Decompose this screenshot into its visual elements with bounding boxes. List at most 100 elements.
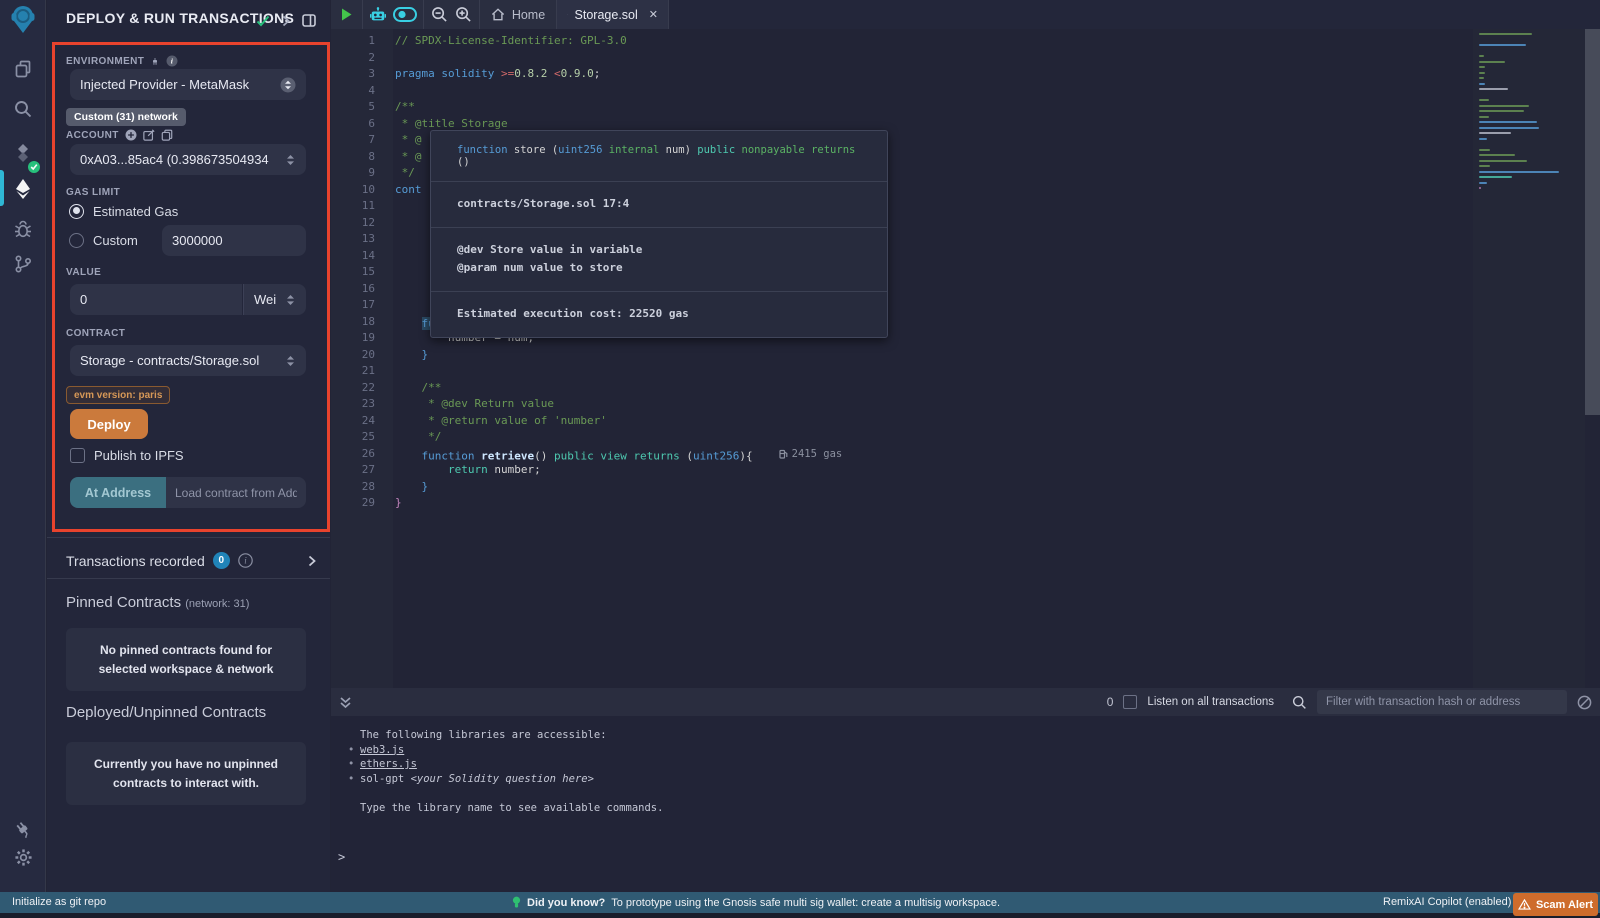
main-area: Home Storage.sol ✕ 1// SPDX-License-Iden… <box>331 0 1600 892</box>
estimated-gas-radio[interactable] <box>69 204 84 219</box>
remix-logo[interactable] <box>0 3 46 37</box>
plug-icon <box>150 56 160 67</box>
terminal-link[interactable]: ethers.js <box>360 758 417 770</box>
code-line: 26 function retrieve() public view retur… <box>331 446 1471 463</box>
search-icon[interactable] <box>0 92 46 126</box>
tab-home[interactable]: Home <box>480 0 557 29</box>
environment-label: ENVIRONMENT i <box>66 55 178 67</box>
play-icon <box>341 8 352 21</box>
account-label: ACCOUNT <box>66 129 173 141</box>
terminal-prompt[interactable]: > <box>338 850 345 864</box>
gas-icon <box>779 449 788 459</box>
custom-gas-label: Custom <box>93 233 138 248</box>
add-account-icon[interactable] <box>125 129 137 141</box>
contract-label: CONTRACT <box>66 328 125 339</box>
environment-select[interactable]: Injected Provider - MetaMask <box>70 69 306 100</box>
value-unit-select[interactable]: Wei <box>243 284 306 315</box>
terminal-output: The following libraries are accessible:•… <box>331 716 1600 815</box>
status-bar: Initialize as git repo Did you know? To … <box>0 892 1600 913</box>
select-arrows-icon <box>285 153 296 167</box>
listen-transactions-label: Listen on all transactions <box>1147 696 1274 708</box>
divider <box>47 537 330 538</box>
sign-message-icon[interactable] <box>143 129 155 141</box>
code-line: 5/** <box>331 99 1471 116</box>
account-select[interactable]: 0xA03...85ac4 (0.398673504934 <box>70 144 306 175</box>
estimated-gas-label: Estimated Gas <box>93 204 178 219</box>
tab-storage-sol[interactable]: Storage.sol ✕ <box>557 0 669 29</box>
code-line: 2 <box>331 50 1471 67</box>
gas-estimate-badge: 2415 gas <box>779 446 843 463</box>
panel-pin-layout-icon[interactable] <box>302 14 316 27</box>
ai-assistant-icon[interactable] <box>369 7 387 23</box>
zoom-in-icon[interactable] <box>455 6 472 23</box>
copy-address-icon[interactable] <box>161 129 173 141</box>
clear-terminal-icon[interactable] <box>1577 695 1592 710</box>
divider <box>47 578 330 579</box>
network-badge: Custom (31) network <box>66 108 186 126</box>
custom-gas-radio[interactable] <box>69 233 84 248</box>
zoom-out-icon[interactable] <box>431 6 448 23</box>
panel-forward-icon[interactable] <box>282 15 290 27</box>
publish-ipfs-label: Publish to IPFS <box>94 448 184 463</box>
solidity-file-icon <box>567 8 568 21</box>
tooltip-signature: function store (uint256 internal num) pu… <box>431 131 887 182</box>
deploy-button[interactable]: Deploy <box>70 409 148 439</box>
deployed-contracts-heading: Deployed/Unpinned Contracts <box>66 704 266 721</box>
code-line: 1// SPDX-License-Identifier: GPL-3.0 <box>331 33 1471 50</box>
collapse-terminal-icon[interactable] <box>339 696 352 709</box>
debugger-icon[interactable] <box>0 212 46 246</box>
deploy-run-icon[interactable] <box>0 172 46 206</box>
svg-text:i: i <box>244 556 247 566</box>
at-address-input[interactable] <box>166 477 306 508</box>
terminal-tx-count: 0 <box>1107 695 1114 709</box>
warning-icon <box>1518 899 1531 910</box>
at-address-button[interactable]: At Address <box>70 477 166 508</box>
transactions-recorded-row: Transactions recorded 0 i <box>66 552 316 569</box>
code-line: 20 } <box>331 347 1471 364</box>
window-bottom-edge <box>0 913 1600 918</box>
contract-select[interactable]: Storage - contracts/Storage.sol <box>70 345 306 376</box>
code-line: 21 <box>331 363 1471 380</box>
terminal-search-icon <box>1292 695 1307 710</box>
function-tooltip: function store (uint256 internal num) pu… <box>430 130 888 338</box>
deployed-empty-message: Currently you have no unpinned contracts… <box>66 742 306 805</box>
file-explorer-icon[interactable] <box>0 52 46 86</box>
panel-check-icon <box>256 15 270 27</box>
listen-transactions-checkbox[interactable] <box>1123 695 1137 709</box>
transaction-filter-input[interactable] <box>1317 690 1567 714</box>
value-input[interactable] <box>70 284 242 315</box>
close-tab-icon[interactable]: ✕ <box>649 8 658 21</box>
terminal-link[interactable]: web3.js <box>360 744 404 756</box>
pinned-empty-message: No pinned contracts found for selected w… <box>66 628 306 691</box>
code-line: 22 /** <box>331 380 1471 397</box>
code-line: 25 */ <box>331 429 1471 446</box>
publish-ipfs-checkbox[interactable] <box>70 448 85 463</box>
git-icon[interactable] <box>0 247 46 281</box>
value-label: VALUE <box>66 267 101 278</box>
copilot-status[interactable]: RemixAI Copilot (enabled) <box>1383 896 1511 908</box>
run-script-button[interactable] <box>331 0 363 29</box>
git-init-button[interactable]: Initialize as git repo <box>12 896 106 908</box>
deploy-run-panel: DEPLOY & RUN TRANSACTIONS ENVIRONMENT i … <box>47 0 330 892</box>
code-line: 23 * @dev Return value <box>331 396 1471 413</box>
editor-toolbar: Home Storage.sol ✕ <box>331 0 1600 29</box>
code-editor[interactable]: 1// SPDX-License-Identifier: GPL-3.023pr… <box>331 29 1600 717</box>
home-icon <box>491 8 505 21</box>
solidity-compiler-icon[interactable] <box>0 137 46 171</box>
evm-version-badge: evm version: paris <box>66 386 170 404</box>
select-arrows-icon <box>285 354 296 368</box>
terminal[interactable]: The following libraries are accessible:•… <box>331 716 1600 892</box>
code-line: 28 } <box>331 479 1471 496</box>
pinned-contracts-heading: Pinned Contracts (network: 31) <box>66 594 249 611</box>
code-line: 27 return number; <box>331 462 1471 479</box>
transactions-expand-icon[interactable] <box>308 555 316 567</box>
scam-alert-button[interactable]: Scam Alert <box>1513 893 1598 916</box>
settings-icon[interactable] <box>0 840 46 874</box>
editor-scrollbar[interactable] <box>1585 29 1600 415</box>
transactions-count-badge: 0 <box>213 552 230 569</box>
code-line: 4 <box>331 83 1471 100</box>
select-arrows-icon <box>285 293 296 307</box>
info-icon: i <box>166 55 178 67</box>
custom-gas-input[interactable] <box>162 225 306 256</box>
copilot-toggle[interactable] <box>393 7 417 22</box>
